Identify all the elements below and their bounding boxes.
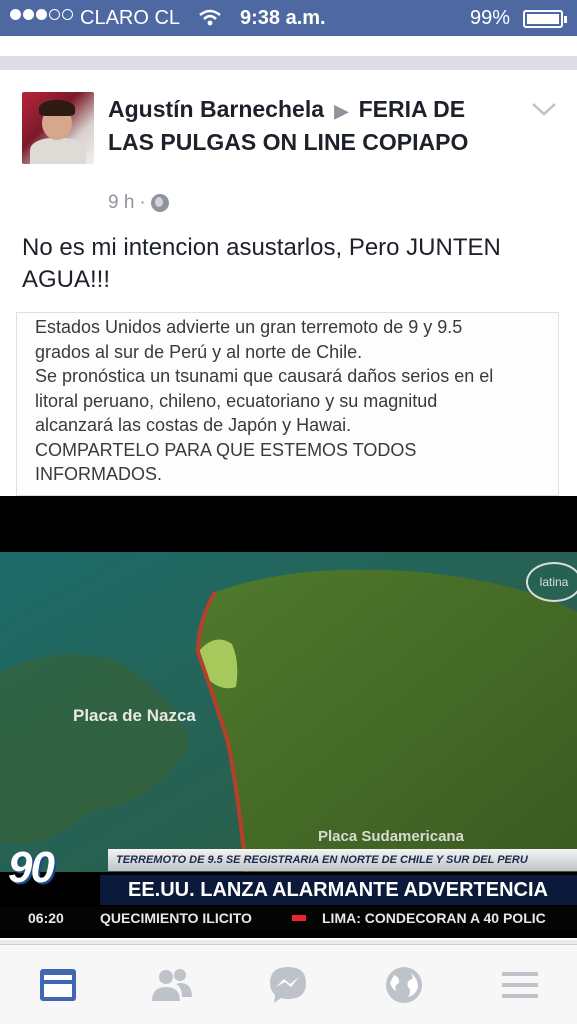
image-caption: Estados Unidos advierte un gran terremot…: [35, 317, 494, 484]
play-arrow-icon: ▶: [334, 101, 349, 121]
signal-strength-icon: [10, 9, 73, 20]
chevron-down-icon[interactable]: [530, 100, 558, 120]
bottom-nav: [0, 944, 577, 1024]
globe-icon: [150, 194, 169, 212]
messenger-icon[interactable]: [266, 965, 310, 1005]
carrier-name: CLARO CL: [80, 7, 181, 29]
ticker-subheadline: TERREMOTO DE 9.5 SE REGISTRARIA EN NORTE…: [108, 849, 577, 871]
feed-post: Agustín Barnechela ▶ FERIA DE LAS PULGAS…: [0, 70, 577, 940]
globe-notifications-icon[interactable]: [382, 965, 426, 1005]
author-avatar[interactable]: [22, 92, 94, 164]
news-ticker: TERREMOTO DE 9.5 SE REGISTRARIA EN NORTE…: [0, 835, 577, 929]
friends-icon[interactable]: [150, 965, 194, 1005]
battery-icon: [523, 10, 567, 28]
menu-icon[interactable]: [498, 965, 542, 1005]
battery-percent: 99%: [470, 7, 511, 29]
post-header: Agustín Barnechela ▶ FERIA DE LAS PULGAS…: [108, 94, 508, 158]
shared-image[interactable]: Estados Unidos advierte un gran terremot…: [0, 312, 577, 938]
status-bar: CLARO CL 9:38 a.m. 99%: [0, 0, 577, 36]
post-meta: 9 h ·: [108, 192, 169, 214]
ticker-item-1: QUECIMIENTO ILICITO: [100, 910, 252, 926]
post-timestamp[interactable]: 9 h: [108, 192, 134, 214]
feed-divider: [0, 56, 577, 70]
clock: 9:38 a.m.: [240, 7, 326, 29]
post-text: No es mi intencion asustarlos, Pero JUNT…: [22, 234, 501, 293]
ticker-time: 06:20: [28, 910, 64, 926]
ticker-crawl: 06:20 QUECIMIENTO ILICITO LIMA: CONDECOR…: [0, 907, 577, 929]
image-caption-panel: Estados Unidos advierte un gran terremot…: [16, 312, 559, 496]
news-feed-icon[interactable]: [36, 965, 80, 1005]
feed-top-card: [0, 36, 577, 56]
wifi-icon: [198, 8, 222, 34]
news-badge: 90: [8, 843, 55, 892]
plate-label-nazca: Placa de Nazca: [73, 706, 196, 725]
channel-logo: latina: [526, 562, 577, 602]
ticker-headline: EE.UU. LANZA ALARMANTE ADVERTENCIA: [100, 875, 577, 905]
ticker-item-2: LIMA: CONDECORAN A 40 POLIC: [322, 910, 546, 926]
author-name[interactable]: Agustín Barnechela: [108, 96, 324, 122]
